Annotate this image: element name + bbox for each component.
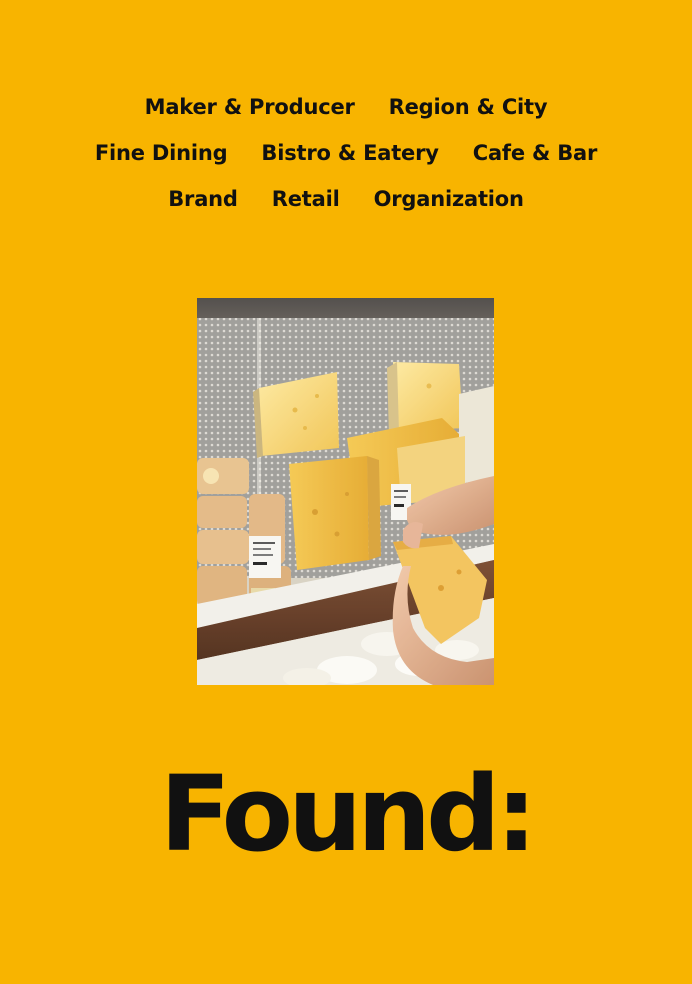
- category-nav: Maker & Producer Region & City Fine Dini…: [0, 84, 692, 222]
- nav-fine-dining[interactable]: Fine Dining: [95, 141, 228, 165]
- nav-brand[interactable]: Brand: [168, 187, 238, 211]
- nav-organization[interactable]: Organization: [374, 187, 524, 211]
- nav-region-city[interactable]: Region & City: [389, 95, 548, 119]
- hero-image[interactable]: [197, 298, 494, 685]
- nav-retail[interactable]: Retail: [272, 187, 340, 211]
- nav-row-3: Brand Retail Organization: [0, 176, 692, 222]
- nav-maker-producer[interactable]: Maker & Producer: [145, 95, 355, 119]
- nav-row-2: Fine Dining Bistro & Eatery Cafe & Bar: [0, 130, 692, 176]
- cheese-shop-photo-icon: [197, 298, 494, 685]
- nav-cafe-bar[interactable]: Cafe & Bar: [473, 141, 598, 165]
- nav-row-1: Maker & Producer Region & City: [0, 84, 692, 130]
- nav-bistro-eatery[interactable]: Bistro & Eatery: [261, 141, 439, 165]
- found-logo[interactable]: Found:: [0, 762, 692, 866]
